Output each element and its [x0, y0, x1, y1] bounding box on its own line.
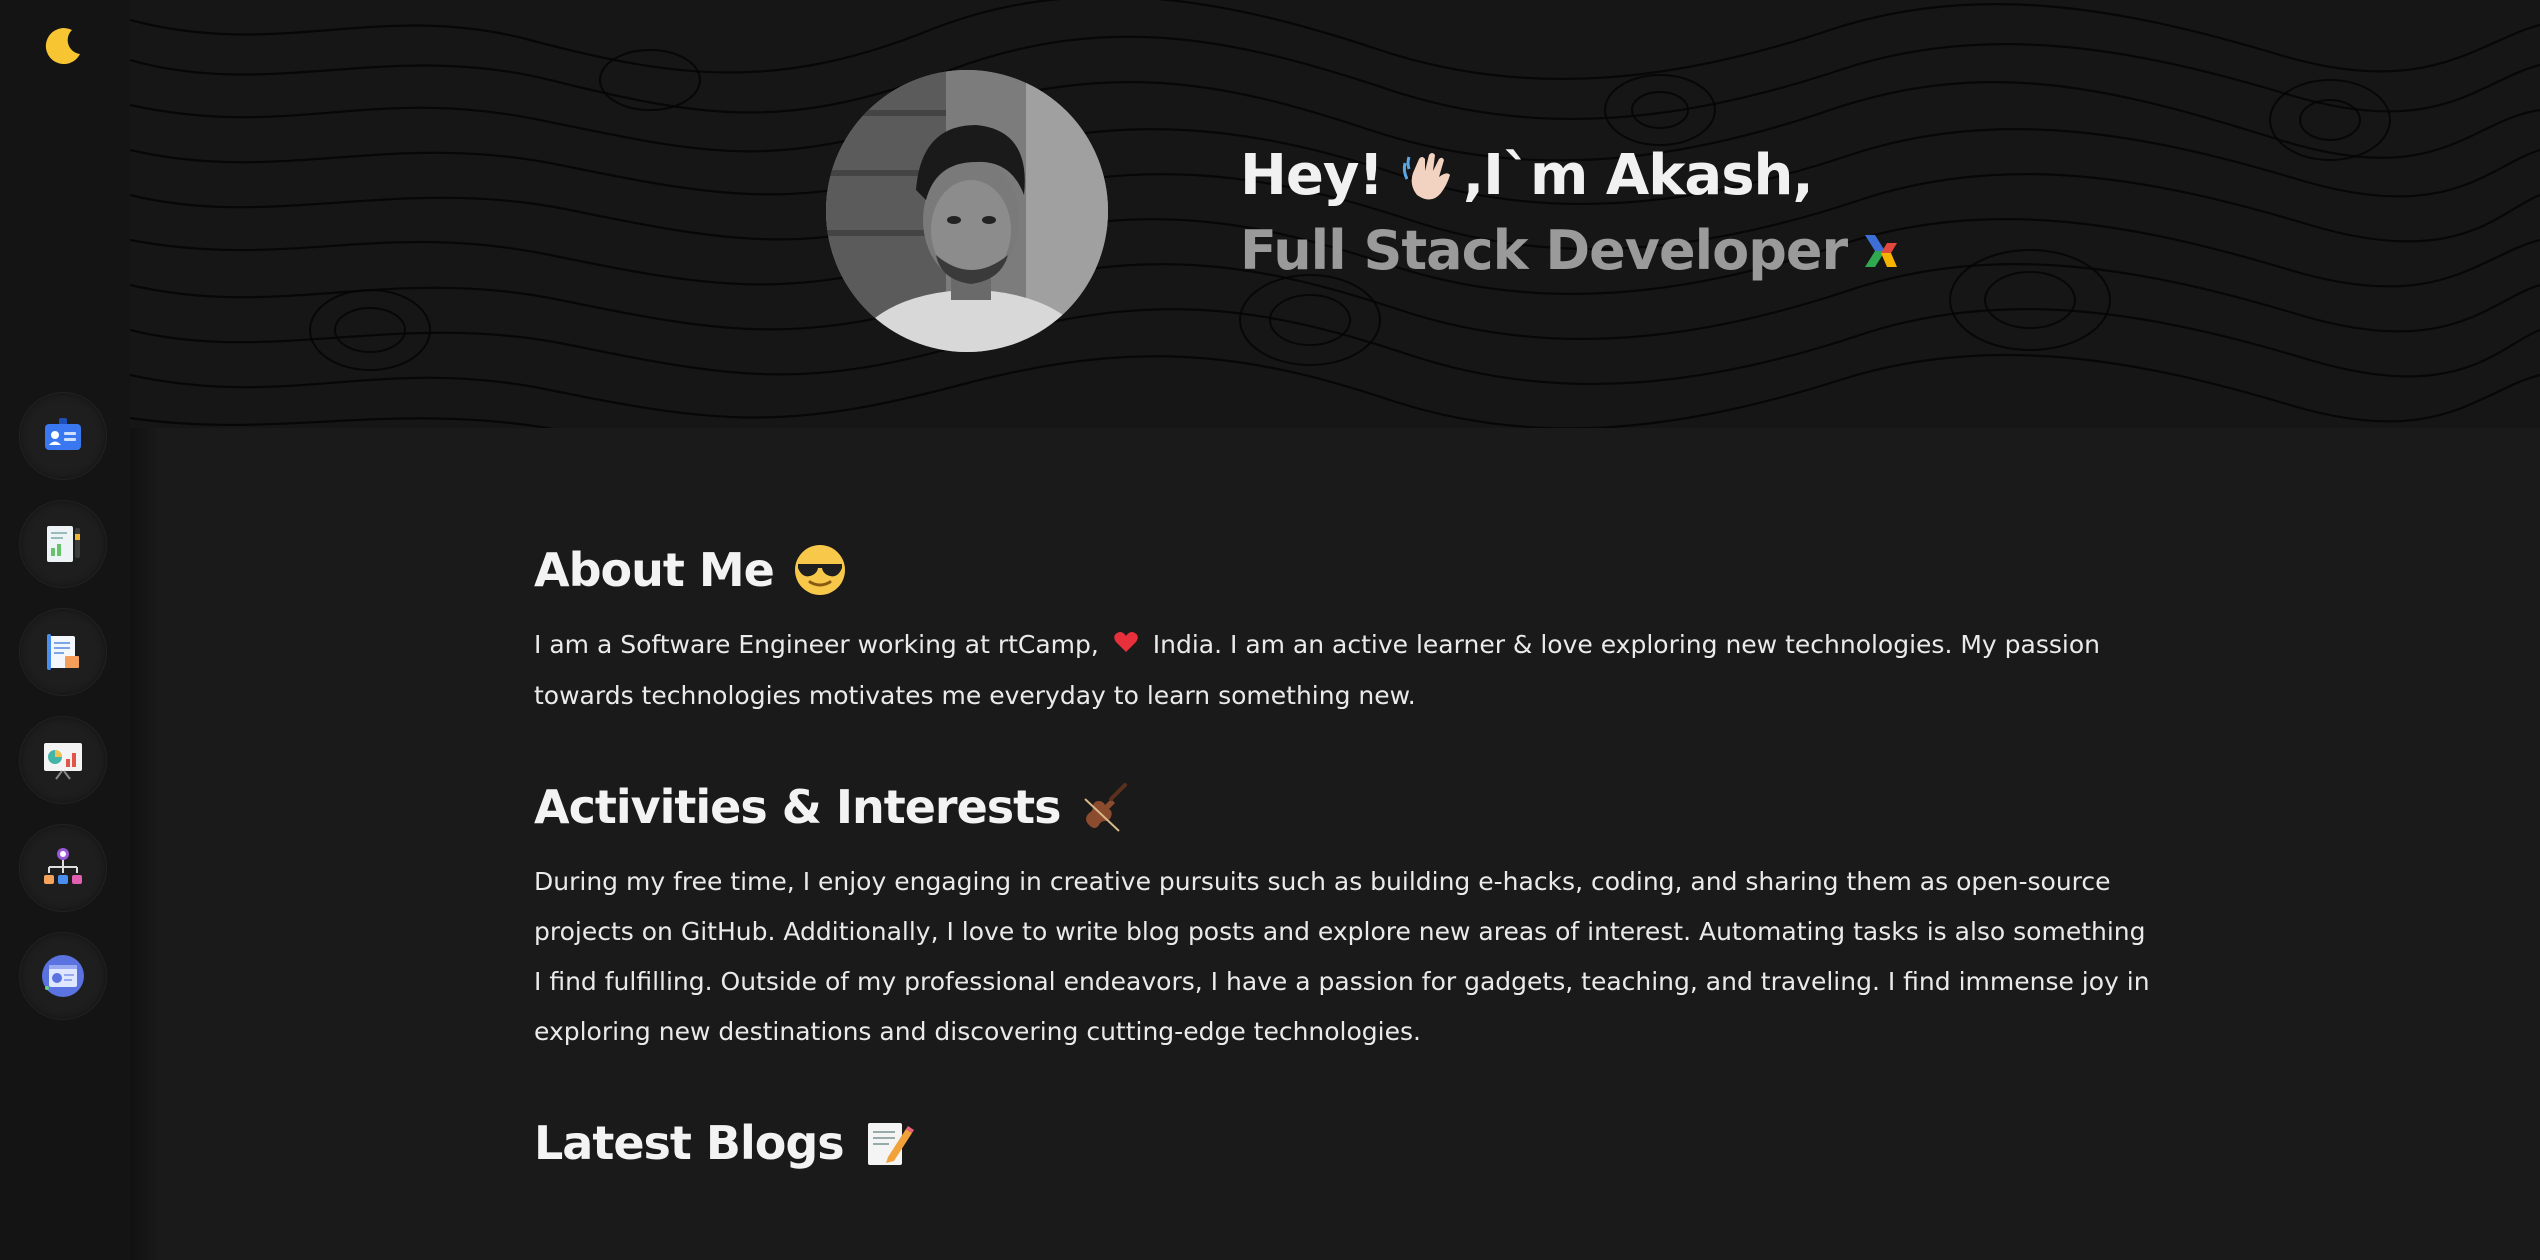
- about-title: About Me: [534, 543, 775, 597]
- blog-scroll-icon: [47, 634, 79, 670]
- sidebar: [0, 0, 160, 1260]
- heart-icon: [1114, 632, 1138, 652]
- about-heading: About Me: [534, 520, 2154, 620]
- id-card-icon: [45, 418, 81, 450]
- sunglasses-face-icon: [794, 545, 845, 595]
- nav-item-about[interactable]: [20, 393, 106, 479]
- nav-item-projects[interactable]: [20, 825, 106, 911]
- main-content: About Me I am a Software Engineer workin…: [534, 520, 2154, 1193]
- greeting-text: Hey!: [1240, 143, 1384, 208]
- profile-photo: [826, 70, 1108, 352]
- nav-item-web[interactable]: [20, 933, 106, 1019]
- greeting-name-text: ,I`m Akash,: [1462, 143, 1814, 208]
- about-text: I am a Software Engineer working at rtCa…: [534, 620, 2154, 721]
- activities-title: Activities & Interests: [534, 780, 1062, 834]
- role-text: Full Stack Developer: [1240, 219, 1848, 282]
- theme-toggle-button[interactable]: [40, 22, 88, 70]
- memo-icon: [867, 1123, 914, 1165]
- about-section: About Me I am a Software Engineer workin…: [534, 520, 2154, 721]
- web-browser-icon: [42, 955, 84, 997]
- resume-document-icon: [47, 526, 80, 562]
- blogs-section: Latest Blogs: [534, 1093, 2154, 1193]
- avatar: [826, 70, 1108, 352]
- moon-icon: [45, 28, 80, 65]
- hero-role: Full Stack Developer: [1240, 214, 1901, 288]
- activities-heading: Activities & Interests: [534, 757, 2154, 857]
- rtcamp-logo-icon: [1865, 235, 1898, 267]
- hero-heading: Hey! ,I`m Akash, Full Stack Developer: [1240, 138, 1901, 288]
- about-text-part1: I am a Software Engineer working at rtCa…: [534, 630, 1099, 659]
- nav-item-presentations[interactable]: [20, 717, 106, 803]
- nav-item-resume[interactable]: [20, 501, 106, 587]
- hero-greeting: Hey! ,I`m Akash,: [1240, 138, 1901, 214]
- blogs-title: Latest Blogs: [534, 1116, 845, 1170]
- activities-section: Activities & Interests During my free ti…: [534, 757, 2154, 1057]
- violin-icon: [1083, 783, 1127, 832]
- presentation-board-icon: [44, 743, 82, 780]
- activities-text: During my free time, I enjoy engaging in…: [534, 867, 2150, 1046]
- org-chart-icon: [44, 848, 82, 884]
- sidebar-nav: [20, 393, 106, 1041]
- blogs-heading: Latest Blogs: [534, 1093, 2154, 1193]
- hero-banner: Hey! ,I`m Akash, Full Stack Developer: [130, 0, 2540, 428]
- waving-hand-icon: [1402, 153, 1450, 200]
- nav-item-blog[interactable]: [20, 609, 106, 695]
